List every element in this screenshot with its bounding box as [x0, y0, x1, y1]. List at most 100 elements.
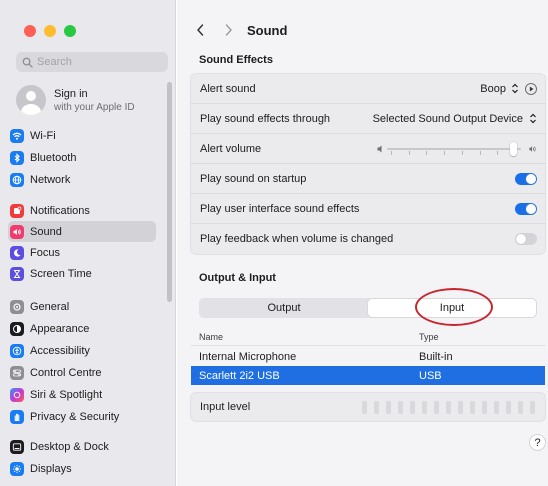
- sidebar-item-privacy-security[interactable]: Privacy & Security: [8, 406, 156, 427]
- level-segment: [530, 400, 535, 414]
- alert-volume-slider[interactable]: [377, 141, 537, 157]
- volume-feedback-toggle[interactable]: [515, 233, 537, 245]
- sidebar-item-label: Wi-Fi: [30, 129, 56, 142]
- sidebar-item-bluetooth[interactable]: Bluetooth: [8, 147, 156, 168]
- accessibility-icon: [10, 343, 24, 358]
- sidebar-scrollbar[interactable]: [167, 82, 172, 302]
- close-button[interactable]: [24, 25, 36, 37]
- sidebar-item-appearance[interactable]: Appearance: [8, 318, 156, 339]
- volume-feedback-row: Play feedback when volume is changed: [191, 224, 545, 254]
- level-segment: [446, 400, 451, 414]
- sidebar-item-label: General: [30, 300, 70, 313]
- play-through-popup[interactable]: Selected Sound Output Device: [373, 113, 537, 125]
- hand-icon: [10, 409, 24, 424]
- input-level-label: Input level: [200, 401, 251, 413]
- page-title: Sound: [247, 22, 288, 38]
- table-row[interactable]: Internal Microphone Built-in: [191, 347, 545, 366]
- sidebar-item-label: Sound: [30, 225, 62, 238]
- sidebar-item-control-centre[interactable]: Control Centre: [8, 362, 156, 383]
- play-through-value: Selected Sound Output Device: [372, 112, 523, 125]
- device-type: USB: [419, 369, 442, 382]
- globe-icon: [10, 172, 24, 187]
- sidebar-item-screen-time[interactable]: Screen Time: [8, 263, 156, 284]
- help-button[interactable]: ?: [529, 434, 546, 451]
- account-subtitle: with your Apple ID: [54, 101, 135, 113]
- window-controls: [24, 25, 76, 37]
- apple-id-account[interactable]: Sign in with your Apple ID: [16, 82, 166, 118]
- tab-output[interactable]: Output: [200, 299, 368, 317]
- slider-knob[interactable]: [509, 141, 517, 156]
- column-header-type[interactable]: Type: [417, 332, 439, 342]
- sun-icon: [10, 461, 24, 476]
- sidebar-item-desktop-dock[interactable]: Desktop & Dock: [8, 436, 156, 457]
- search-input[interactable]: [37, 56, 157, 68]
- input-level-row: Input level: [190, 392, 546, 422]
- slider-tick: [479, 150, 481, 155]
- startup-sound-toggle[interactable]: [515, 172, 537, 185]
- alert-volume-label: Alert volume: [200, 142, 262, 155]
- alert-sound-label: Alert sound: [200, 82, 256, 95]
- input-level-meter: [362, 400, 535, 414]
- volume-high-icon: [529, 144, 537, 157]
- alert-volume-row: Alert volume: [191, 134, 545, 164]
- ui-sound-effects-toggle[interactable]: [515, 202, 537, 215]
- sidebar-item-label: Screen Time: [30, 267, 92, 280]
- sidebar-item-network[interactable]: Network: [8, 169, 156, 190]
- device-type: Built-in: [419, 350, 453, 363]
- startup-sound-label: Play sound on startup: [200, 172, 307, 185]
- sidebar: Sign in with your Apple ID Wi-Fi Bluetoo…: [0, 0, 176, 486]
- moon-icon: [10, 245, 24, 260]
- sidebar-item-general[interactable]: General: [8, 296, 156, 317]
- sidebar-item-label: Bluetooth: [30, 151, 77, 164]
- sidebar-item-label: Desktop & Dock: [30, 440, 109, 453]
- back-button[interactable]: [189, 19, 211, 41]
- table-row[interactable]: Scarlett 2i2 USB USB: [191, 366, 545, 385]
- slider-tick: [461, 150, 463, 155]
- alert-sound-popup[interactable]: Boop: [480, 83, 519, 95]
- dock-icon: [10, 439, 24, 454]
- sidebar-item-displays[interactable]: Displays: [8, 458, 156, 479]
- bell-icon: [10, 203, 24, 218]
- ui-sound-effects-label: Play user interface sound effects: [200, 202, 360, 215]
- gear-icon: [10, 299, 24, 314]
- play-through-row: Play sound effects through Selected Soun…: [191, 104, 545, 134]
- slider-tick: [391, 150, 392, 155]
- device-name: Scarlett 2i2 USB: [199, 369, 280, 382]
- slider-tick: [408, 150, 410, 155]
- level-segment: [386, 400, 391, 414]
- chevron-up-down-icon: [529, 113, 537, 124]
- play-alert-button[interactable]: [525, 82, 537, 95]
- speaker-icon: [10, 224, 24, 239]
- siri-icon: [10, 387, 24, 402]
- minimize-button[interactable]: [44, 25, 56, 37]
- sidebar-item-label: Appearance: [30, 322, 90, 335]
- sidebar-item-notifications[interactable]: Notifications: [8, 200, 156, 221]
- startup-sound-row: Play sound on startup: [191, 164, 545, 194]
- sidebar-item-label: Control Centre: [30, 366, 102, 379]
- level-segment: [518, 400, 523, 414]
- avatar: [16, 85, 46, 115]
- sidebar-item-focus[interactable]: Focus: [8, 242, 156, 263]
- hourglass-icon: [10, 266, 24, 281]
- sidebar-item-sound[interactable]: Sound: [8, 221, 156, 242]
- slider-tick: [497, 150, 499, 155]
- sidebar-item-siri-spotlight[interactable]: Siri & Spotlight: [8, 384, 156, 405]
- sidebar-group-general: General Appearance Accessibility Control…: [8, 296, 156, 427]
- level-segment: [470, 400, 475, 414]
- level-segment: [422, 400, 427, 414]
- level-segment: [374, 400, 379, 414]
- bluetooth-icon: [10, 150, 24, 165]
- sidebar-item-wifi[interactable]: Wi-Fi: [8, 125, 156, 146]
- sidebar-group-desktop: Desktop & Dock Displays: [8, 436, 156, 479]
- column-header-name[interactable]: Name: [191, 332, 417, 342]
- sidebar-item-accessibility[interactable]: Accessibility: [8, 340, 156, 361]
- sidebar-group-notifications: Notifications Sound Focus Screen Time: [8, 200, 156, 284]
- level-segment: [458, 400, 463, 414]
- appearance-icon: [10, 321, 24, 336]
- section-title-output-input: Output & Input: [199, 272, 276, 284]
- toolbar: Sound: [177, 18, 548, 42]
- sound-effects-panel: Alert sound Boop Play sound effects thro…: [190, 73, 546, 255]
- search-field[interactable]: [16, 52, 168, 72]
- zoom-button[interactable]: [64, 25, 76, 37]
- forward-button[interactable]: [217, 19, 239, 41]
